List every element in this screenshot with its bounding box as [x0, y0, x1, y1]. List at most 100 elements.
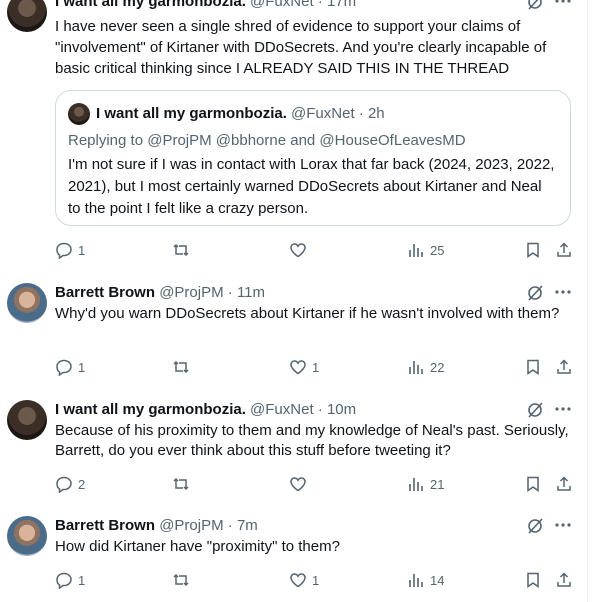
quoted-tweet[interactable]: I want all my garmonbozia. @FuxNet · 2h … — [55, 90, 571, 226]
timestamp[interactable]: 7m — [237, 517, 258, 534]
grok-icon[interactable] — [526, 0, 544, 11]
views-button[interactable]: 22 — [407, 357, 444, 377]
replying-to: Replying to @ProjPM @bbhorne and @HouseO… — [68, 131, 466, 151]
quoted-timestamp: 2h — [367, 105, 385, 122]
bookmark-icon — [527, 359, 539, 375]
replying-handles: @ProjPM @bbhorne and @HouseOfLeavesMD — [147, 132, 466, 149]
share-button[interactable] — [555, 474, 573, 494]
views-button[interactable]: 14 — [407, 570, 444, 590]
view-count: 22 — [430, 359, 445, 375]
grok-icon[interactable] — [526, 517, 544, 535]
views-icon — [409, 361, 423, 374]
display-name[interactable]: I want all my garmonbozia. — [55, 401, 246, 418]
handle[interactable]: @FuxNet — [250, 401, 314, 418]
quoted-text: I'm not sure if I was in contact with Lo… — [68, 156, 555, 217]
heart-icon — [290, 477, 306, 492]
like-count: 1 — [312, 359, 320, 375]
reply-icon — [56, 572, 72, 589]
share-icon — [557, 359, 571, 374]
repost-icon — [173, 243, 189, 257]
view-count: 21 — [430, 476, 445, 492]
action-bar: 2 21 — [55, 474, 575, 494]
handle[interactable]: @ProjPM — [159, 517, 223, 534]
avatar[interactable] — [7, 516, 47, 556]
separator-dot: · — [227, 284, 233, 301]
reply-button[interactable]: 1 — [55, 357, 85, 377]
action-bar: 1 1 22 — [55, 357, 575, 377]
display-name[interactable]: Barrett Brown — [55, 517, 155, 534]
like-button[interactable]: 1 — [289, 357, 319, 377]
share-icon — [557, 242, 571, 257]
bookmark-icon — [527, 476, 539, 492]
share-button[interactable] — [555, 357, 573, 377]
display-name[interactable]: Barrett Brown — [55, 284, 155, 301]
repost-button[interactable] — [172, 474, 190, 494]
grok-icon[interactable] — [526, 284, 544, 302]
tweet[interactable]: Barrett Brown @ProjPM · 11m Why'd you wa… — [0, 283, 587, 383]
tweet-text: Because of his proximity to them and my … — [55, 422, 569, 459]
like-button[interactable]: 1 — [289, 570, 319, 590]
quoted-avatar — [68, 103, 90, 125]
share-button[interactable] — [555, 570, 573, 590]
tweet[interactable]: I want all my garmonbozia. @FuxNet · 17m… — [0, 0, 587, 268]
reply-count: 1 — [78, 242, 86, 258]
repost-button[interactable] — [172, 570, 190, 590]
separator-dot: · — [317, 0, 323, 10]
repost-button[interactable] — [172, 240, 190, 260]
heart-icon — [290, 573, 306, 588]
like-count: 1 — [312, 572, 320, 588]
repost-button[interactable] — [172, 357, 190, 377]
more-icon[interactable] — [555, 0, 571, 4]
more-icon[interactable] — [555, 406, 571, 412]
tweet-text: Why'd you warn DDoSecrets about Kirtaner… — [55, 305, 560, 322]
timestamp[interactable]: 17m — [327, 0, 356, 10]
views-icon — [409, 574, 423, 587]
grok-icon[interactable] — [526, 401, 544, 419]
share-icon — [557, 476, 571, 491]
tweet-text: I have never seen a single shred of evid… — [55, 18, 547, 77]
views-icon — [409, 244, 423, 257]
avatar[interactable] — [7, 0, 47, 32]
handle[interactable]: @FuxNet — [250, 0, 314, 10]
handle[interactable]: @ProjPM — [159, 284, 223, 301]
tweet[interactable]: Barrett Brown @ProjPM · 7m How did Kirta… — [0, 516, 587, 602]
share-icon — [557, 572, 571, 587]
reply-icon — [56, 359, 72, 376]
separator-dot: · — [317, 401, 323, 418]
quoted-handle: @FuxNet — [291, 105, 355, 122]
views-button[interactable]: 25 — [407, 240, 444, 260]
reply-icon — [56, 242, 72, 259]
avatar[interactable] — [7, 283, 47, 323]
bookmark-icon — [527, 242, 539, 258]
timeline-border — [587, 0, 588, 602]
tweet-text: How did Kirtaner have "proximity" to the… — [55, 538, 340, 555]
share-button[interactable] — [555, 240, 573, 260]
separator-dot: · — [358, 105, 364, 122]
tweet[interactable]: I want all my garmonbozia. @FuxNet · 10m… — [0, 400, 587, 500]
reply-count: 1 — [78, 359, 86, 375]
bookmark-button[interactable] — [524, 240, 542, 260]
timestamp[interactable]: 11m — [237, 284, 265, 301]
repost-icon — [173, 477, 189, 491]
bookmark-button[interactable] — [524, 474, 542, 494]
reply-button[interactable]: 1 — [55, 570, 85, 590]
more-icon[interactable] — [555, 289, 571, 295]
timestamp[interactable]: 10m — [327, 401, 356, 418]
reply-button[interactable]: 1 — [55, 240, 85, 260]
like-button[interactable] — [289, 240, 312, 260]
view-count: 14 — [430, 572, 445, 588]
bookmark-button[interactable] — [524, 357, 542, 377]
separator-dot: · — [227, 517, 233, 534]
avatar[interactable] — [7, 400, 47, 440]
like-button[interactable] — [289, 474, 312, 494]
repost-icon — [173, 573, 189, 587]
bookmark-icon — [527, 572, 539, 588]
more-icon[interactable] — [555, 522, 571, 528]
quoted-display-name: I want all my garmonbozia. — [96, 105, 287, 122]
reply-button[interactable]: 2 — [55, 474, 85, 494]
reply-icon — [56, 476, 72, 493]
views-button[interactable]: 21 — [407, 474, 444, 494]
bookmark-button[interactable] — [524, 570, 542, 590]
view-count: 25 — [430, 242, 445, 258]
display-name[interactable]: I want all my garmonbozia. — [55, 0, 246, 10]
